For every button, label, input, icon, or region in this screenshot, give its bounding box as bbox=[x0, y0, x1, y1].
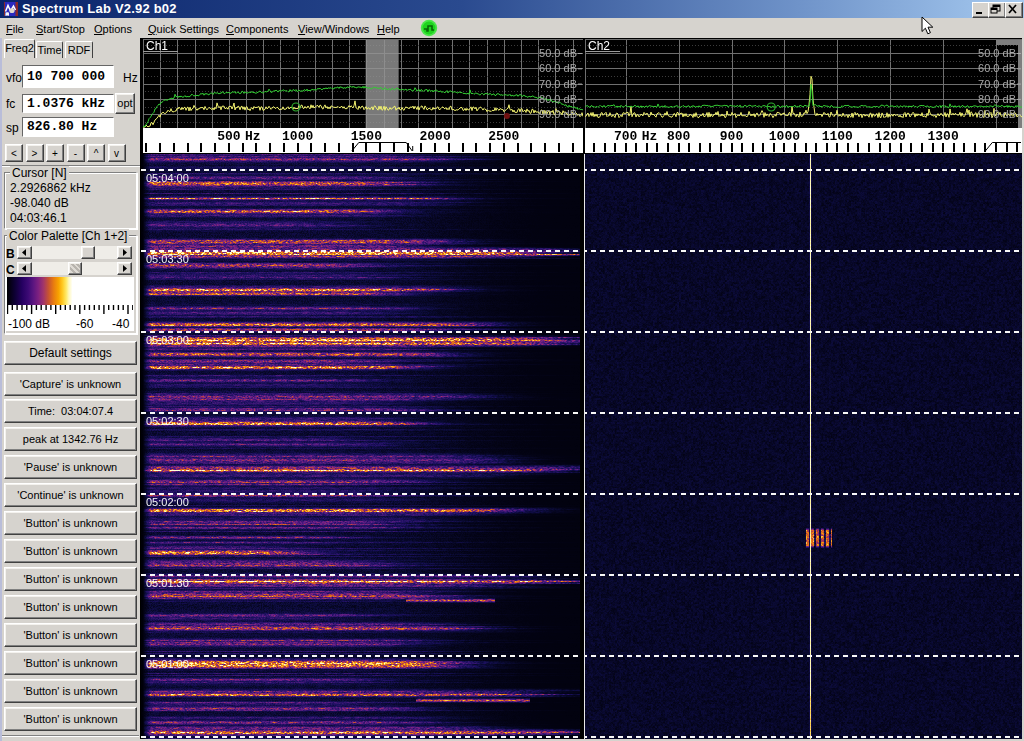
tab-freq2[interactable]: Freq2 bbox=[4, 39, 35, 58]
contrast-right-arrow-icon[interactable] bbox=[117, 262, 132, 275]
fc-options-button[interactable]: opt bbox=[115, 93, 135, 114]
brightness-label: B bbox=[6, 247, 15, 261]
cursor-time: 04:03:46.1 bbox=[10, 211, 67, 225]
title-bar[interactable]: A Spectrum Lab V2.92 b02 bbox=[0, 0, 1024, 18]
sidebar-button-4[interactable]: 'Pause' is unknown bbox=[4, 455, 137, 479]
sidebar-button-0[interactable]: Default settings bbox=[4, 341, 137, 365]
menu-item-shortcut-underline: C bbox=[226, 23, 234, 35]
app-icon: A bbox=[4, 2, 18, 16]
sidebar-panel: Freq2TimeRDF vfo10 700 000 Hz fc 1.0376 kHzo… bbox=[2, 38, 140, 741]
sidebar-button-6[interactable]: 'Button' is unknown bbox=[4, 511, 137, 535]
brightness-right-arrow-icon-glyph bbox=[118, 247, 131, 258]
palette-scale-label-0: -100 dB bbox=[8, 317, 50, 331]
contrast-right-arrow-icon-glyph bbox=[118, 263, 131, 274]
brightness-thumb[interactable] bbox=[81, 246, 95, 259]
menu-item-shortcut-underline: O bbox=[94, 23, 103, 35]
field-label-fc: fc bbox=[6, 97, 15, 111]
field-label-sp: sp bbox=[6, 121, 19, 135]
contrast-scrollbar[interactable] bbox=[17, 262, 132, 275]
palette-gradient-bar bbox=[7, 277, 133, 305]
control-sidebar: Freq2TimeRDF vfo10 700 000 Hz fc 1.0376 kHzo… bbox=[0, 38, 140, 741]
sidebar-button-12[interactable]: 'Button' is unknown bbox=[4, 679, 137, 703]
sidebar-button-1[interactable]: 'Capture' is unknown bbox=[4, 372, 137, 396]
palette-scale-label-1: -60 bbox=[76, 317, 93, 331]
cursor-frequency: 2.2926862 kHz bbox=[10, 181, 91, 195]
close-icon bbox=[1006, 3, 1020, 15]
menu-item-quick-settings[interactable]: Quick Settings bbox=[148, 23, 219, 35]
menu-item-help[interactable]: Help bbox=[377, 23, 400, 35]
menu-item-shortcut-underline: V bbox=[298, 23, 305, 35]
window-title: Spectrum Lab V2.92 b02 bbox=[22, 1, 177, 16]
sidebar-button-5[interactable]: 'Continue' is unknown bbox=[4, 483, 137, 507]
sp-value: 826.80 Hz bbox=[23, 120, 113, 133]
tab-rdf[interactable]: RDF bbox=[65, 41, 93, 58]
nudge-button-4[interactable]: ^ bbox=[87, 144, 105, 162]
vfo-input[interactable]: 10 700 000 bbox=[22, 65, 114, 88]
field-label-vfo: vfo bbox=[6, 71, 22, 85]
sidebar-button-2[interactable]: Time: 03:04:07.4 bbox=[4, 399, 137, 423]
contrast-thumb[interactable] bbox=[68, 262, 82, 275]
contrast-label: C bbox=[6, 263, 15, 277]
mouse-cursor bbox=[921, 16, 934, 36]
vfo-unit-label: Hz bbox=[123, 71, 138, 85]
fc-value: 1.0376 kHz bbox=[23, 97, 113, 110]
menu-item-shortcut-underline: H bbox=[377, 23, 385, 35]
nudge-button-1[interactable]: > bbox=[26, 144, 44, 162]
brightness-left-arrow-icon-glyph bbox=[18, 247, 31, 258]
spectrum-waterfall-display[interactable] bbox=[140, 38, 1024, 741]
menu-item-components[interactable]: Components bbox=[226, 23, 288, 35]
brightness-right-arrow-icon[interactable] bbox=[117, 246, 132, 259]
menu-item-options[interactable]: Options bbox=[94, 23, 132, 35]
menu-item-shortcut-underline: Q bbox=[148, 23, 157, 35]
nudge-button-2[interactable]: + bbox=[46, 144, 64, 162]
nudge-button-5[interactable]: v bbox=[108, 144, 126, 162]
sidebar-bottom-groove-hl bbox=[2, 736, 139, 737]
sidebar-button-3[interactable]: peak at 1342.76 Hz bbox=[4, 427, 137, 451]
minimize-icon bbox=[973, 3, 987, 15]
palette-scale-area: -100 dB -60 -40 bbox=[6, 277, 134, 331]
nudge-button-3[interactable]: - bbox=[67, 144, 85, 162]
color-palette-group: Color Palette [Ch 1+2]BC-100 dB-60-40 bbox=[4, 235, 137, 334]
application-window: A Spectrum Lab V2.92 b02 File Start/Stop O… bbox=[0, 0, 1024, 741]
sidebar-button-13[interactable]: 'Button' is unknown bbox=[4, 707, 137, 731]
palette-group-title: Color Palette [Ch 1+2] bbox=[7, 229, 129, 243]
menu-bar: File Start/Stop Options Quick Settings Compo… bbox=[0, 18, 1024, 38]
fc-input[interactable]: 1.0376 kHz bbox=[22, 94, 114, 113]
vfo-value: 10 700 000 bbox=[23, 70, 113, 83]
nudge-button-0[interactable]: < bbox=[5, 144, 23, 162]
menu-item-shortcut-underline: F bbox=[6, 23, 13, 35]
restore-icon bbox=[989, 3, 1003, 15]
cursor-readout-group: Cursor [N]2.2926862 kHz-98.040 dB04:03:4… bbox=[4, 172, 137, 229]
sidebar-button-11[interactable]: 'Button' is unknown bbox=[4, 651, 137, 675]
sidebar-button-10[interactable]: 'Button' is unknown bbox=[4, 623, 137, 647]
brightness-left-arrow-icon[interactable] bbox=[17, 246, 32, 259]
menu-item-view-windows[interactable]: View/Windows bbox=[298, 23, 369, 35]
tab-time[interactable]: Time bbox=[36, 41, 63, 58]
cursor-amplitude: -98.040 dB bbox=[10, 196, 69, 210]
sidebar-button-7[interactable]: 'Button' is unknown bbox=[4, 539, 137, 563]
palette-scale-label-2: -40 bbox=[112, 317, 129, 331]
restore-button[interactable] bbox=[988, 2, 1006, 18]
contrast-left-arrow-icon-glyph bbox=[18, 263, 31, 274]
sidebar-button-8[interactable]: 'Button' is unknown bbox=[4, 567, 137, 591]
contrast-left-arrow-icon[interactable] bbox=[17, 262, 32, 275]
palette-tick-scale bbox=[7, 305, 133, 317]
green-signal-indicator-icon[interactable] bbox=[420, 19, 438, 37]
menu-item-start-stop[interactable]: Start/Stop bbox=[36, 23, 85, 35]
sidebar-button-9[interactable]: 'Button' is unknown bbox=[4, 595, 137, 619]
menu-item-file[interactable]: File bbox=[6, 23, 24, 35]
close-button[interactable] bbox=[1005, 2, 1023, 18]
brightness-scrollbar[interactable] bbox=[17, 246, 132, 259]
sp-input[interactable]: 826.80 Hz bbox=[22, 117, 114, 137]
menu-item-shortcut-underline: S bbox=[36, 23, 43, 35]
cursor-group-title: Cursor [N] bbox=[10, 166, 69, 180]
